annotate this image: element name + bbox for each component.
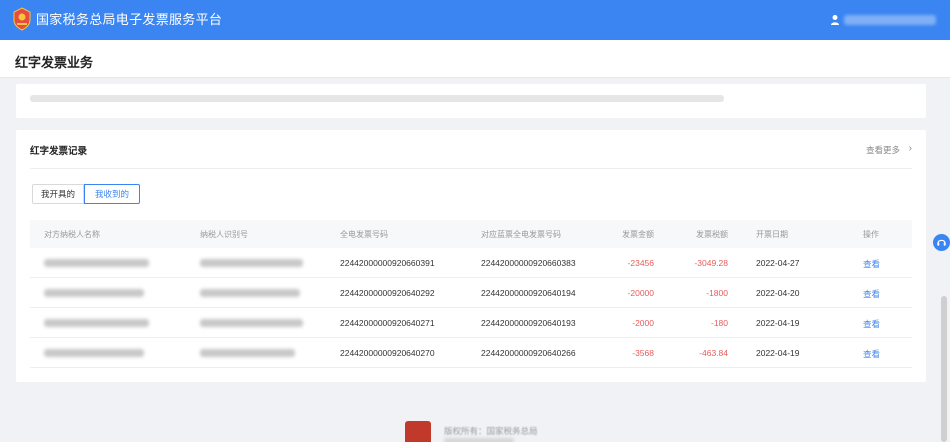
invoice-date: 2022-04-27 [756,258,800,268]
column-header-taxpayer-id: 纳税人识别号 [200,230,248,239]
invoice-number: 22442000000920640270 [340,348,435,358]
column-header-invoice-number: 全电发票号码 [340,230,388,239]
headset-icon [937,239,946,246]
taxpayer-id-redacted [200,289,300,297]
user-icon [831,15,839,25]
table-row: 22442000000920660391 2244200000092066038… [30,248,912,278]
blue-invoice-number: 22442000000920640194 [481,288,576,298]
invoice-number: 22442000000920640292 [340,288,435,298]
page-title: 红字发票业务 [15,55,94,70]
counterparty-name-redacted [44,349,144,357]
footer-text-redacted [444,438,514,442]
invoice-amount: -23456 [627,258,654,268]
table-header: 对方纳税人名称 纳税人识别号 全电发票号码 对应蓝票全电发票号码 发票金额 发票… [30,220,912,248]
footer-emblem-icon [405,421,431,442]
invoice-tax: -463.84 [699,348,728,358]
view-button[interactable]: 查看 [863,288,880,300]
invoice-number: 22442000000920640271 [340,318,435,328]
invoice-date: 2022-04-19 [756,318,800,328]
column-header-action: 操作 [863,230,879,239]
tab-issued-by-me[interactable]: 我开具的 [32,184,84,204]
invoice-date: 2022-04-20 [756,288,800,298]
counterparty-name-redacted [44,289,144,297]
page-header: 红字发票业务 [0,40,950,78]
loading-card [16,84,926,118]
top-navigation-bar: 国家税务总局电子发票服务平台 [0,0,950,40]
counterparty-name-redacted [44,319,149,327]
invoice-amount: -3568 [632,348,654,358]
table-row: 22442000000920640292 2244200000092064019… [30,278,912,308]
table-row: 22442000000920640270 2244200000092064026… [30,338,912,368]
column-header-tax: 发票税额 [696,230,728,239]
section-title: 红字发票记录 [30,146,88,157]
column-header-counterparty-name: 对方纳税人名称 [44,230,100,239]
view-button[interactable]: 查看 [863,318,880,330]
loading-skeleton-bar [30,95,724,102]
invoice-tax: -180 [710,318,728,328]
tax-emblem-logo-icon [13,7,31,31]
view-more-link[interactable]: 查看更多 [866,144,900,156]
customer-service-button[interactable] [933,234,950,251]
column-header-date: 开票日期 [756,230,788,239]
invoice-amount: -20000 [627,288,654,298]
blue-invoice-number: 22442000000920640193 [481,318,576,328]
column-header-blue-invoice-number: 对应蓝票全电发票号码 [481,230,561,239]
table-row: 22442000000920640271 2244200000092064019… [30,308,912,338]
invoice-tax: -3049.28 [694,258,728,268]
blue-invoice-number: 22442000000920640266 [481,348,576,358]
invoice-number: 22442000000920660391 [340,258,435,268]
invoice-tax: -1800 [706,288,728,298]
invoice-amount: -2000 [632,318,654,328]
blue-invoice-number: 22442000000920660383 [481,258,576,268]
tab-received-by-me[interactable]: 我收到的 [84,184,140,204]
red-invoice-records-card: 红字发票记录 查看更多 › 我开具的 我收到的 对方纳税人名称 纳税人识别号 全… [16,130,926,382]
chevron-right-icon[interactable]: › [909,143,912,154]
invoice-date: 2022-04-19 [756,348,800,358]
taxpayer-id-redacted [200,319,303,327]
footer-copyright: 版权所有：国家税务总局 [444,426,538,436]
taxpayer-id-redacted [200,349,295,357]
view-button[interactable]: 查看 [863,258,880,270]
column-header-amount: 发票金额 [622,230,654,239]
taxpayer-id-redacted [200,259,303,267]
app-title: 国家税务总局电子发票服务平台 [36,12,223,27]
counterparty-name-redacted [44,259,149,267]
section-divider [30,168,912,169]
page-scrollbar[interactable] [941,296,947,442]
user-name-redacted [844,15,936,25]
view-button[interactable]: 查看 [863,348,880,360]
